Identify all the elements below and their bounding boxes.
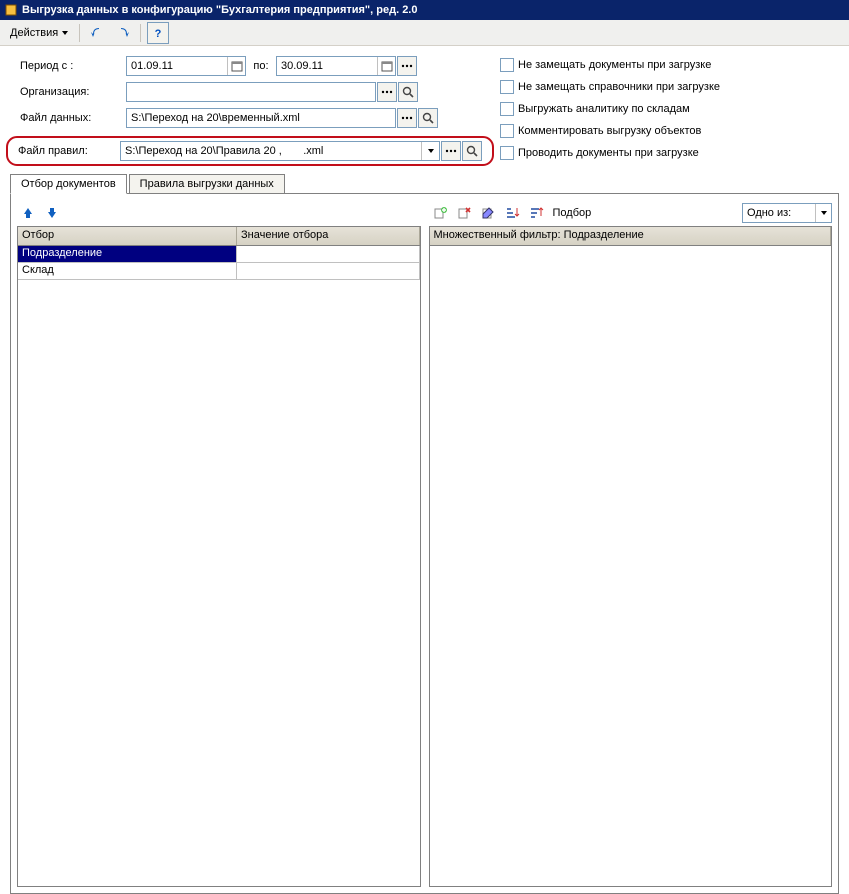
filter-toolbar	[17, 200, 421, 226]
period-from-label: Период с :	[20, 60, 126, 72]
datafile-input[interactable]	[127, 109, 395, 127]
checkbox[interactable]	[500, 124, 514, 138]
tab-strip: Отбор документов Правила выгрузки данных	[10, 172, 839, 194]
period-row: Период с : по:	[20, 54, 480, 78]
period-to-field[interactable]	[276, 56, 396, 76]
table-row[interactable]: Склад	[18, 263, 420, 280]
option-no-replace-docs[interactable]: Не замещать документы при загрузке	[500, 54, 839, 76]
add-item-button[interactable]	[429, 202, 451, 224]
app-icon	[4, 3, 18, 17]
option-upload-warehouse[interactable]: Выгружать аналитику по складам	[500, 98, 839, 120]
col-filter: Отбор	[18, 227, 237, 245]
multi-filter-grid-header: Множественный фильтр: Подразделение	[430, 227, 832, 246]
rulesfile-search-button[interactable]	[462, 141, 482, 161]
tab-document-filter[interactable]: Отбор документов	[10, 174, 127, 194]
filter-grid-header: Отбор Значение отбора	[18, 227, 420, 246]
chevron-down-icon[interactable]	[815, 204, 831, 222]
datafile-search-button[interactable]	[418, 108, 438, 128]
period-picker-button[interactable]	[397, 56, 417, 76]
undo-button[interactable]	[86, 22, 108, 44]
tab-export-rules[interactable]: Правила выгрузки данных	[129, 174, 285, 193]
col-value: Значение отбора	[237, 227, 420, 245]
rulesfile-browse-button[interactable]	[441, 141, 461, 161]
period-from-input[interactable]	[127, 57, 227, 75]
period-from-field[interactable]	[126, 56, 246, 76]
edit-item-button[interactable]	[477, 202, 499, 224]
period-to-label: по:	[246, 60, 276, 72]
checkbox[interactable]	[500, 102, 514, 116]
period-to-input[interactable]	[277, 57, 377, 75]
rulesfile-field[interactable]	[120, 141, 440, 161]
checkbox[interactable]	[500, 80, 514, 94]
redo-button[interactable]	[112, 22, 134, 44]
calendar-icon[interactable]	[227, 57, 245, 75]
datafile-label: Файл данных:	[20, 112, 126, 124]
sort-asc-button[interactable]	[501, 202, 523, 224]
organization-select-button[interactable]	[377, 82, 397, 102]
rulesfile-highlight: Файл правил:	[6, 136, 494, 166]
organization-search-button[interactable]	[398, 82, 418, 102]
podbor-label[interactable]: Подбор	[553, 207, 592, 219]
rulesfile-label: Файл правил:	[18, 145, 120, 157]
table-row[interactable]: Подразделение	[18, 246, 420, 263]
organization-field[interactable]	[126, 82, 376, 102]
delete-item-button[interactable]	[453, 202, 475, 224]
organization-row: Организация:	[20, 80, 480, 104]
multi-filter-panel: Подбор Одно из: Множественный фильтр: По…	[429, 200, 833, 887]
option-post-docs[interactable]: Проводить документы при загрузке	[500, 142, 839, 164]
sort-desc-button[interactable]	[525, 202, 547, 224]
filter-panel: Отбор Значение отбора Подразделение Скла…	[17, 200, 421, 887]
filter-mode-combo[interactable]: Одно из:	[742, 203, 832, 223]
datafile-browse-button[interactable]	[397, 108, 417, 128]
main-toolbar: Действия ?	[0, 20, 849, 46]
option-comment-upload[interactable]: Комментировать выгрузку объектов	[500, 120, 839, 142]
tab-body: Отбор Значение отбора Подразделение Скла…	[10, 194, 839, 894]
multi-filter-grid[interactable]: Множественный фильтр: Подразделение	[429, 226, 833, 887]
toolbar-separator	[140, 24, 141, 42]
datafile-row: Файл данных:	[20, 106, 480, 130]
actions-dropdown[interactable]: Действия	[6, 25, 73, 41]
toolbar-separator	[79, 24, 80, 42]
rulesfile-input[interactable]	[121, 142, 421, 160]
organization-label: Организация:	[20, 86, 126, 98]
checkbox[interactable]	[500, 146, 514, 160]
checkbox[interactable]	[500, 58, 514, 72]
move-up-button[interactable]	[17, 202, 39, 224]
help-button[interactable]: ?	[147, 22, 169, 44]
datafile-field[interactable]	[126, 108, 396, 128]
col-multi-filter: Множественный фильтр: Подразделение	[430, 227, 832, 245]
window-titlebar: Выгрузка данных в конфигурацию "Бухгалте…	[0, 0, 849, 20]
move-down-button[interactable]	[41, 202, 63, 224]
svg-text:?: ?	[155, 28, 162, 39]
filter-grid[interactable]: Отбор Значение отбора Подразделение Скла…	[17, 226, 421, 887]
organization-input[interactable]	[127, 83, 375, 101]
multi-filter-toolbar: Подбор Одно из:	[429, 200, 833, 226]
option-no-replace-refs[interactable]: Не замещать справочники при загрузке	[500, 76, 839, 98]
calendar-icon[interactable]	[377, 57, 395, 75]
rulesfile-dropdown-button[interactable]	[421, 142, 439, 160]
rulesfile-row: Файл правил:	[18, 139, 482, 163]
window-title: Выгрузка данных в конфигурацию "Бухгалте…	[22, 4, 417, 16]
